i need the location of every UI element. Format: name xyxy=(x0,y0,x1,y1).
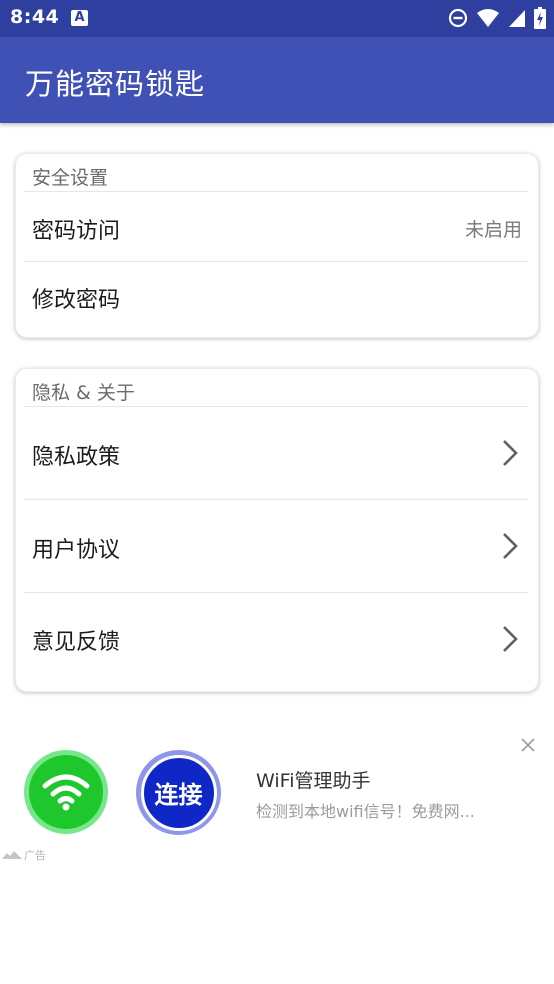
ad-connect-button[interactable]: 连接 xyxy=(136,750,221,835)
ad-wifi-app-icon[interactable] xyxy=(24,750,108,834)
ad-description: 检测到本地wifi信号！免费网... xyxy=(256,802,475,821)
section-header-privacy: 隐私 & 关于 xyxy=(32,382,135,404)
change-password-label: 修改密码 xyxy=(32,288,121,313)
chevron-right-icon xyxy=(503,626,518,652)
status-time: 8:44 xyxy=(10,6,60,28)
password-access-row[interactable]: 密码访问 未启用 xyxy=(16,192,538,261)
ad-badge-label: 广告 xyxy=(24,849,46,862)
ad-logo-icon xyxy=(2,851,22,859)
status-icons xyxy=(448,7,546,29)
chevron-right-icon xyxy=(503,440,518,466)
feedback-row[interactable]: 意见反馈 xyxy=(16,593,538,685)
user-agreement-label: 用户协议 xyxy=(32,538,121,563)
dnd-icon xyxy=(448,8,468,28)
close-icon[interactable] xyxy=(519,736,537,754)
battery-icon xyxy=(534,7,546,29)
user-agreement-row[interactable]: 用户协议 xyxy=(16,500,538,592)
privacy-policy-row[interactable]: 隐私政策 xyxy=(16,407,538,499)
app-title: 万能密码锁匙 xyxy=(25,67,206,101)
chevron-right-icon xyxy=(503,533,518,559)
ad-badge: 广告 xyxy=(2,847,46,863)
status-bar: 8:44 A xyxy=(0,0,554,37)
privacy-policy-label: 隐私政策 xyxy=(32,445,121,470)
change-password-row[interactable]: 修改密码 xyxy=(16,262,538,332)
section-header-security: 安全设置 xyxy=(32,167,109,189)
wifi-icon xyxy=(477,9,499,27)
privacy-about-card: 隐私 & 关于 隐私政策 用户协议 意见反馈 xyxy=(15,368,539,692)
signal-icon xyxy=(509,10,525,27)
ad-banner[interactable]: 连接 WiFi管理助手 检测到本地wifi信号！免费网... 广告 xyxy=(0,730,554,870)
wifi-icon-circle xyxy=(29,755,103,829)
password-access-label: 密码访问 xyxy=(32,219,121,244)
wifi-icon xyxy=(42,774,90,811)
password-access-status: 未启用 xyxy=(464,219,522,241)
ad-title: WiFi管理助手 xyxy=(256,770,371,792)
feedback-label: 意见反馈 xyxy=(32,630,121,655)
notification-app-icon: A xyxy=(71,10,88,26)
security-settings-card: 安全设置 密码访问 未启用 修改密码 xyxy=(15,153,539,338)
ad-connect-label: 连接 xyxy=(140,754,217,831)
app-bar: 万能密码锁匙 xyxy=(0,37,554,123)
